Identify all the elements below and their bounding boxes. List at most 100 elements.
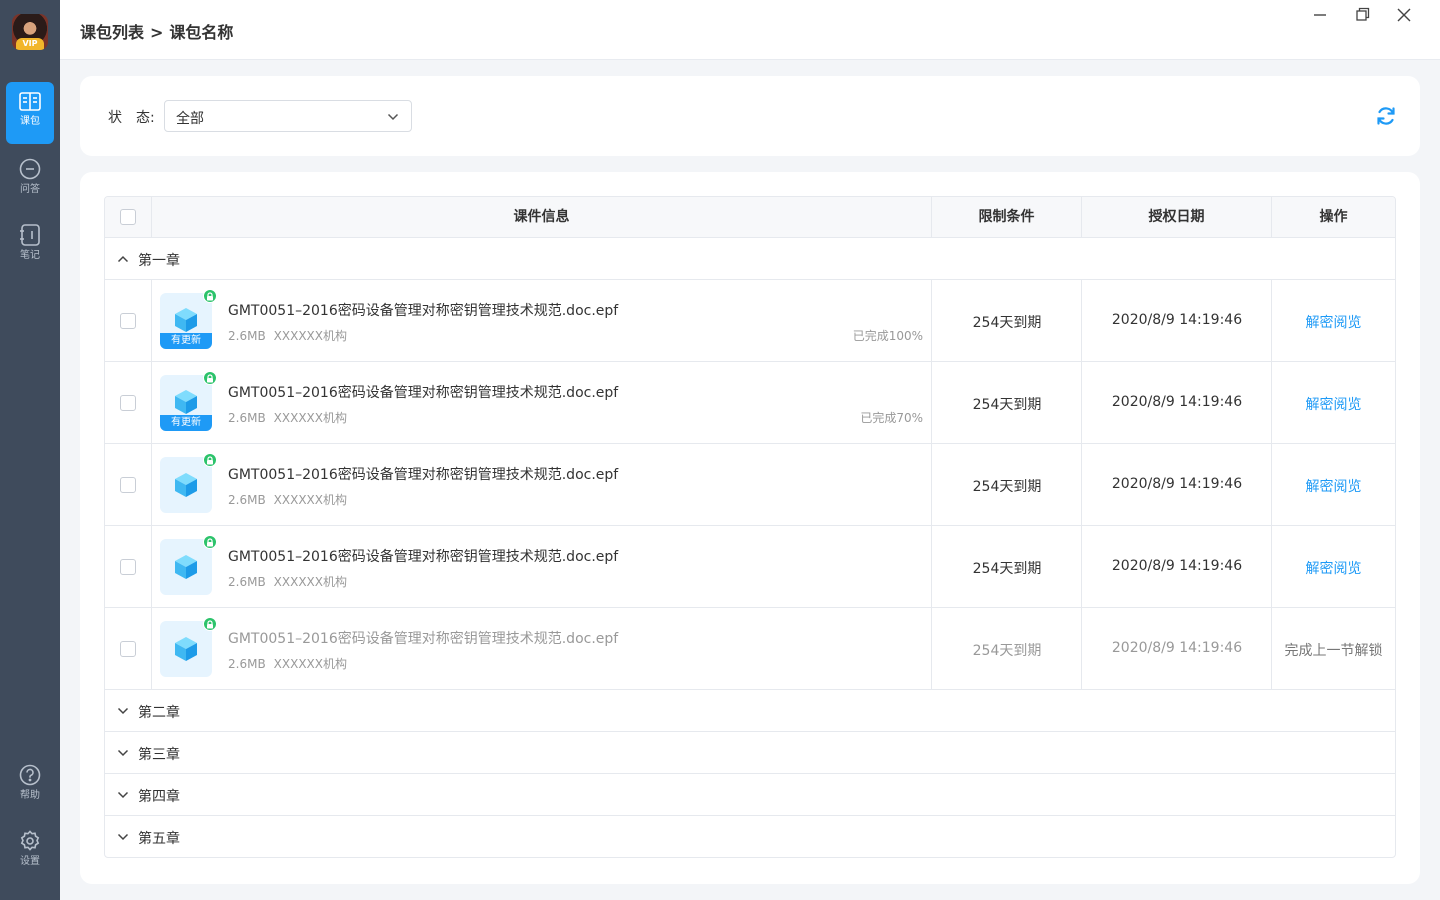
sidebar-item-label: 设置 — [20, 856, 40, 867]
file-meta: 2.6MB XXXXXX机构 — [228, 409, 347, 426]
chevron-up-icon — [117, 255, 129, 263]
sidebar-item-course-package[interactable]: 课包 — [6, 82, 54, 144]
file-meta: 2.6MB XXXXXX机构 — [228, 327, 347, 344]
avatar[interactable]: VIP — [12, 14, 48, 50]
gear-icon — [20, 830, 40, 851]
decrypt-read-link[interactable]: 解密阅览 — [1272, 558, 1395, 578]
table-header: 课件信息 限制条件 授权日期 操作 — [105, 197, 1395, 238]
chapter-title: 第三章 — [138, 747, 180, 763]
sidebar-item-label: 问答 — [20, 184, 40, 195]
courseware-table: 课件信息 限制条件 授权日期 操作 第一章 有更新 GMT0051–2016密码… — [104, 196, 1396, 858]
update-badge: 有更新 — [160, 333, 212, 349]
notebook-icon — [20, 224, 40, 246]
cube-icon — [175, 555, 197, 579]
breadcrumb-separator: > — [150, 23, 164, 42]
chevron-down-icon — [117, 833, 129, 841]
file-thumbnail — [160, 621, 212, 677]
update-badge: 有更新 — [160, 415, 212, 431]
date-cell: 2020/8/9 14:19:46 — [1111, 640, 1243, 656]
decrypt-read-link[interactable]: 解密阅览 — [1272, 476, 1395, 496]
limit-cell: 254天到期 — [972, 315, 1042, 331]
limit-cell: 254天到期 — [972, 643, 1042, 659]
lock-badge — [203, 617, 217, 631]
sidebar-item-qa[interactable]: 问答 — [6, 148, 54, 210]
breadcrumb: 课包列表 > 课包名称 — [80, 19, 233, 43]
file-org: XXXXXX机构 — [273, 493, 347, 507]
row-checkbox[interactable] — [120, 641, 136, 657]
limit-cell: 254天到期 — [972, 479, 1042, 495]
refresh-button[interactable] — [1374, 104, 1398, 128]
restore-icon — [1356, 7, 1370, 21]
chevron-down-icon — [117, 749, 129, 757]
lock-badge — [203, 371, 217, 385]
cube-icon — [175, 473, 197, 497]
file-org: XXXXXX机构 — [273, 411, 347, 425]
status-select[interactable]: 全部 — [164, 100, 412, 132]
file-size: 2.6MB — [228, 329, 266, 343]
row-checkbox[interactable] — [120, 477, 136, 493]
file-thumbnail: 有更新 — [160, 375, 212, 431]
status-select-value: 全部 — [176, 111, 204, 127]
file-name[interactable]: GMT0051–2016密码设备管理对称密钥管理技术规范.doc.epf — [228, 546, 618, 566]
row-checkbox[interactable] — [120, 313, 136, 329]
table-row: GMT0051–2016密码设备管理对称密钥管理技术规范.doc.epf 2.6… — [105, 526, 1395, 608]
lock-icon — [207, 537, 213, 546]
column-header-limit: 限制条件 — [932, 197, 1082, 237]
decrypt-read-link[interactable]: 解密阅览 — [1272, 312, 1395, 332]
chat-icon — [19, 158, 41, 180]
file-thumbnail: 有更新 — [160, 293, 212, 349]
date-cell: 2020/8/9 14:19:46 — [1111, 312, 1243, 328]
courseware-panel: 课件信息 限制条件 授权日期 操作 第一章 有更新 GMT0051–2016密码… — [80, 172, 1420, 884]
book-icon — [19, 92, 41, 111]
breadcrumb-course-list[interactable]: 课包列表 — [80, 19, 144, 43]
file-size: 2.6MB — [228, 493, 266, 507]
chapter-title: 第五章 — [138, 831, 180, 847]
sidebar-item-label: 笔记 — [20, 250, 40, 261]
decrypt-read-link[interactable]: 解密阅览 — [1272, 394, 1395, 414]
chapter-header[interactable]: 第五章 — [105, 816, 1395, 857]
table-row: GMT0051–2016密码设备管理对称密钥管理技术规范.doc.epf 2.6… — [105, 444, 1395, 526]
chapter-header[interactable]: 第一章 — [105, 238, 1395, 280]
file-size: 2.6MB — [228, 411, 266, 425]
sidebar-item-settings[interactable]: 设置 — [6, 820, 54, 882]
sidebar-item-help[interactable]: 帮助 — [6, 754, 54, 816]
chevron-down-icon — [387, 113, 399, 121]
file-name[interactable]: GMT0051–2016密码设备管理对称密钥管理技术规范.doc.epf — [228, 464, 618, 484]
sidebar-item-label: 帮助 — [20, 790, 40, 801]
file-size: 2.6MB — [228, 575, 266, 589]
lock-badge — [203, 289, 217, 303]
lock-icon — [207, 291, 213, 300]
file-org: XXXXXX机构 — [273, 329, 347, 343]
file-name[interactable]: GMT0051–2016密码设备管理对称密钥管理技术规范.doc.epf — [228, 300, 618, 320]
table-row: 有更新 GMT0051–2016密码设备管理对称密钥管理技术规范.doc.epf… — [105, 362, 1395, 444]
file-name: GMT0051–2016密码设备管理对称密钥管理技术规范.doc.epf — [228, 631, 619, 647]
chapter-header[interactable]: 第二章 — [105, 690, 1395, 732]
chapter-header[interactable]: 第三章 — [105, 732, 1395, 774]
date-cell: 2020/8/9 14:19:46 — [1111, 394, 1243, 410]
table-row: GMT0051–2016密码设备管理对称密钥管理技术规范.doc.epf 2.6… — [105, 608, 1395, 690]
minimize-button[interactable] — [1308, 4, 1332, 26]
minimize-icon — [1314, 14, 1326, 16]
file-meta: 2.6MB XXXXXX机构 — [228, 655, 347, 672]
row-checkbox[interactable] — [120, 559, 136, 575]
lock-badge — [203, 535, 217, 549]
date-cell: 2020/8/9 14:19:46 — [1111, 476, 1243, 492]
select-all-checkbox[interactable] — [120, 209, 136, 225]
limit-cell: 254天到期 — [972, 561, 1042, 577]
file-meta: 2.6MB XXXXXX机构 — [228, 491, 347, 508]
sidebar-item-notes[interactable]: 笔记 — [6, 214, 54, 276]
lock-icon — [207, 373, 213, 382]
lock-icon — [207, 455, 213, 464]
close-button[interactable] — [1392, 4, 1416, 26]
chapter-header[interactable]: 第四章 — [105, 774, 1395, 816]
restore-button[interactable] — [1350, 4, 1374, 26]
file-thumbnail — [160, 457, 212, 513]
file-thumbnail — [160, 539, 212, 595]
file-org: XXXXXX机构 — [273, 657, 347, 671]
row-checkbox[interactable] — [120, 395, 136, 411]
breadcrumb-course-name: 课包名称 — [169, 23, 234, 42]
file-name[interactable]: GMT0051–2016密码设备管理对称密钥管理技术规范.doc.epf — [228, 382, 618, 402]
chevron-down-icon — [117, 707, 129, 715]
cube-icon — [175, 637, 197, 661]
sidebar: VIP 课包 问答 笔记 帮助 设置 — [0, 0, 60, 900]
